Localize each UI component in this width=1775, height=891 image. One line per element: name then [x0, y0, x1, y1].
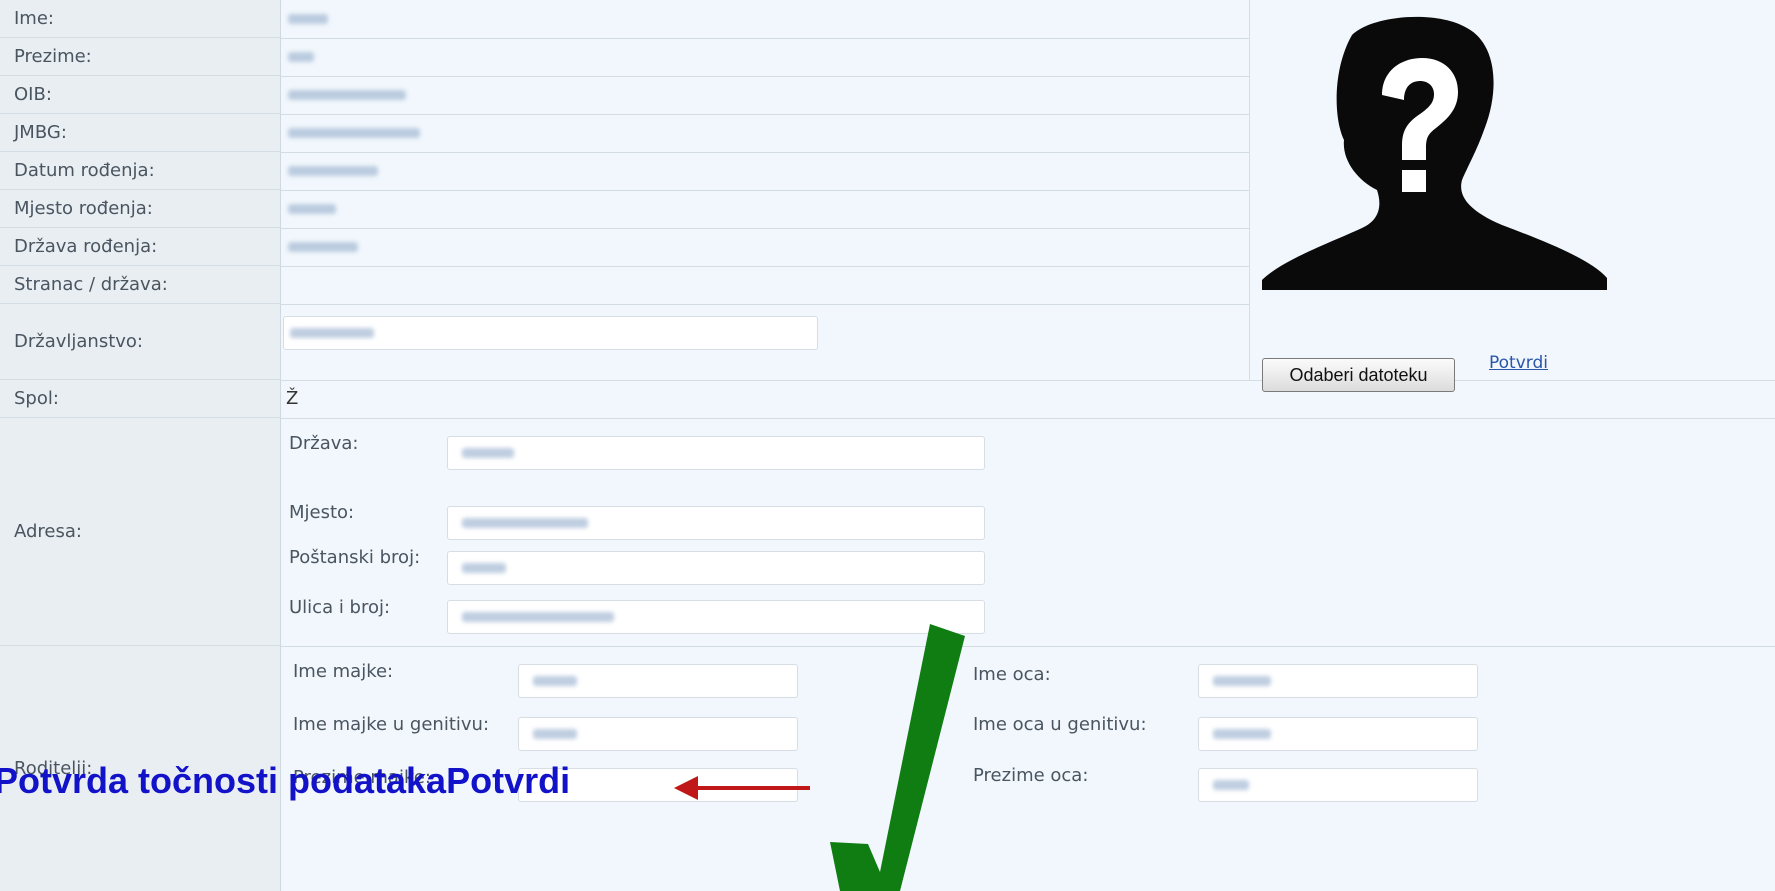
choose-file-button[interactable]: Odaberi datoteku [1262, 358, 1455, 392]
label-adresa: Adresa: [0, 418, 280, 646]
mjesto-input[interactable] [447, 506, 985, 540]
drzavljanstvo-input[interactable] [283, 316, 818, 350]
arrow-left-icon [674, 776, 810, 800]
label-ulica: Ulica i broj: [289, 597, 391, 618]
label-ime-oca-genitiv: Ime oca u genitivu: [973, 714, 1147, 735]
label-mjesto: Mjesto: [289, 502, 355, 523]
spol-value: Ž [286, 388, 299, 409]
label-oib: OIB: [0, 76, 280, 114]
ime-oca-input[interactable] [1198, 664, 1478, 698]
label-ime-majke-genitiv: Ime majke u genitivu: [293, 714, 490, 735]
photo-placeholder-icon [1262, 16, 1607, 290]
value-ime [288, 14, 328, 24]
label-stranac: Stranac / država: [0, 266, 280, 304]
value-drzava-rodenja [288, 242, 358, 252]
value-oib [288, 90, 406, 100]
label-drzavljanstvo: Državljanstvo: [0, 304, 280, 380]
label-ime: Ime: [0, 0, 280, 38]
overlay-button[interactable]: Potvrdi [446, 760, 570, 801]
label-drzava-rodenja: Država rođenja: [0, 228, 280, 266]
label-ime-oca: Ime oca: [973, 664, 1051, 685]
label-jmbg: JMBG: [0, 114, 280, 152]
prezime-oca-input[interactable] [1198, 768, 1478, 802]
label-ime-majke: Ime majke: [293, 661, 394, 682]
overlay-title: Potvrda točnosti podataka [0, 760, 447, 801]
label-prezime-oca: Prezime oca: [973, 765, 1089, 786]
label-prezime: Prezime: [0, 38, 280, 76]
ime-majke-genitiv-input[interactable] [518, 717, 798, 751]
ime-oca-genitiv-input[interactable] [1198, 717, 1478, 751]
drzava-input[interactable] [447, 436, 985, 470]
value-jmbg [288, 128, 420, 138]
photo-confirm-link[interactable]: Potvrdi [1489, 353, 1548, 373]
label-mjesto-rodenja: Mjesto rođenja: [0, 190, 280, 228]
postanski-broj-input[interactable] [447, 551, 985, 585]
value-prezime [288, 52, 314, 62]
label-datum-rodenja: Datum rođenja: [0, 152, 280, 190]
label-postanski-broj: Poštanski broj: [289, 547, 421, 568]
label-drzava: Država: [289, 433, 359, 454]
value-datum-rodenja [288, 166, 378, 176]
ime-majke-input[interactable] [518, 664, 798, 698]
value-mjesto-rodenja [288, 204, 336, 214]
overlay-caption: Potvrda točnosti podatakaPotvrdi [0, 760, 570, 802]
checkmark-icon [830, 624, 965, 891]
label-spol: Spol: [0, 380, 280, 418]
